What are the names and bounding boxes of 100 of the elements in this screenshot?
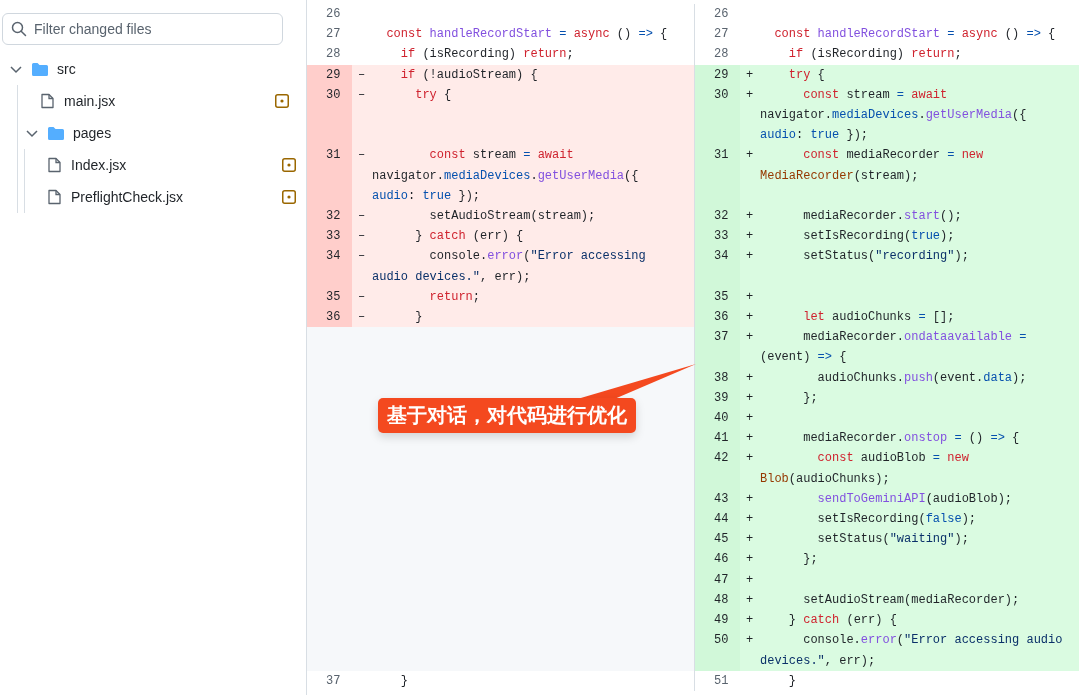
file-icon [40, 93, 55, 109]
line-number: 28 [325, 46, 342, 64]
line-number: 33 [307, 226, 352, 247]
line-number: 28 [713, 46, 730, 64]
diff-sign: – [358, 67, 366, 82]
line-number: 42 [695, 448, 740, 489]
folder-item[interactable]: src [2, 53, 282, 85]
line-number: 37 [325, 672, 342, 690]
diff-sign: + [746, 512, 754, 527]
code-line: console.error("Error accessing audio devices.", err); [372, 248, 647, 286]
line-number: 29 [695, 64, 740, 85]
diff-sign: + [746, 289, 754, 304]
line-number: 34 [695, 246, 740, 287]
diff-sign: – [358, 249, 366, 264]
diff-sign: + [746, 633, 754, 648]
code-line: if (isRecording) return; [399, 46, 575, 64]
file-item[interactable]: main.jsx [18, 85, 298, 117]
diff-sign: + [746, 370, 754, 385]
diff-sign: – [358, 310, 366, 325]
line-number: 41 [695, 428, 740, 449]
line-number: 49 [695, 610, 740, 631]
code-line: setStatus("waiting"); [816, 531, 970, 549]
folder-item[interactable]: pages [18, 117, 298, 149]
code-line: } [787, 672, 797, 690]
code-line: setIsRecording(false); [816, 511, 978, 529]
file-item[interactable]: PreflightCheck.jsx [25, 181, 305, 213]
diff-sign: + [746, 209, 754, 224]
line-number: 47 [695, 569, 740, 590]
code-line: const audioBlob = new Blob(audioChunks); [760, 450, 970, 488]
diff-sign: + [746, 310, 754, 325]
diff-sign: + [746, 572, 754, 587]
code-line: const mediaRecorder = new MediaRecorder(stream); [760, 147, 985, 185]
code-line: setAudioStream(mediaRecorder); [802, 591, 1021, 609]
code-line: const handleRecordStart = async () => { [385, 26, 669, 44]
diff-sign: + [746, 249, 754, 264]
diff-sign: + [746, 552, 754, 567]
line-number: 26 [325, 6, 342, 23]
diff-sign: + [746, 87, 754, 102]
code-line: mediaRecorder.onstop = () => { [802, 430, 1021, 448]
diff-sign: – [358, 229, 366, 244]
line-number: 39 [695, 387, 740, 409]
line-number: 27 [325, 26, 342, 44]
code-line: try { [787, 66, 826, 84]
line-number: 33 [695, 226, 740, 247]
line-number: 38 [695, 367, 740, 388]
code-line: } [399, 672, 409, 690]
line-number: 31 [695, 145, 740, 207]
diff-sign: – [358, 148, 366, 163]
code-line: const handleRecordStart = async () => { [773, 26, 1057, 44]
diff-sign: – [358, 289, 366, 304]
line-number: 30 [307, 84, 352, 146]
diff-sign: + [746, 390, 754, 405]
code-line: audioChunks.push(event.data); [816, 369, 1028, 387]
code-line: return; [428, 288, 482, 306]
line-number: 35 [307, 286, 352, 308]
folder-icon [32, 62, 48, 76]
code-line: console.error("Error accessing audio devices.", err); [760, 632, 1064, 670]
line-number: 32 [307, 206, 352, 227]
code-line: }; [802, 389, 819, 407]
code-line: const stream = await navigator.mediaDevices.getUserMedia({ audio: true }); [760, 86, 1028, 145]
code-line: }; [802, 551, 819, 569]
diff-sign: + [746, 229, 754, 244]
line-number: 45 [695, 529, 740, 550]
diff-sign: + [746, 148, 754, 163]
code-line: setStatus("recording"); [802, 248, 970, 266]
line-number: 34 [307, 246, 352, 287]
code-line: } [414, 309, 424, 327]
code-line: sendToGeminiAPI(audioBlob); [816, 490, 1014, 508]
code-line: const stream = await navigator.mediaDevices.getUserMedia({ audio: true }); [372, 147, 640, 205]
folder-icon [48, 126, 64, 140]
code-line: if (isRecording) return; [787, 46, 963, 64]
diff-sign: – [358, 87, 366, 102]
line-number: 36 [695, 307, 740, 328]
line-number: 32 [695, 206, 740, 227]
diff-sign: + [746, 613, 754, 628]
line-number: 44 [695, 509, 740, 530]
line-number: 27 [713, 26, 730, 44]
line-number: 40 [695, 408, 740, 429]
line-number: 35 [695, 286, 740, 308]
diff-sign: + [746, 491, 754, 506]
diff-sign: + [746, 592, 754, 607]
file-icon [47, 189, 62, 205]
code-line: } catch (err) { [787, 612, 898, 630]
file-item[interactable]: Index.jsx [25, 149, 305, 181]
diff-sign: + [746, 411, 754, 426]
diff-sign: + [746, 532, 754, 547]
line-number: 50 [695, 630, 740, 671]
code-line: } catch (err) { [414, 228, 525, 246]
diff-sign: + [746, 330, 754, 345]
filter-field[interactable]: Filter changed files [2, 13, 283, 45]
code-line: setIsRecording(true); [802, 228, 956, 246]
line-number: 46 [695, 549, 740, 570]
file-icon [47, 157, 62, 173]
line-number: 26 [713, 6, 730, 23]
code-line: setAudioStream(stream); [428, 208, 597, 226]
diff-sign: – [358, 209, 366, 224]
code-line: if (!audioStream) { [399, 66, 539, 84]
code-line: try { [414, 86, 453, 104]
diff-sign: + [746, 67, 754, 82]
line-number: 43 [695, 488, 740, 510]
